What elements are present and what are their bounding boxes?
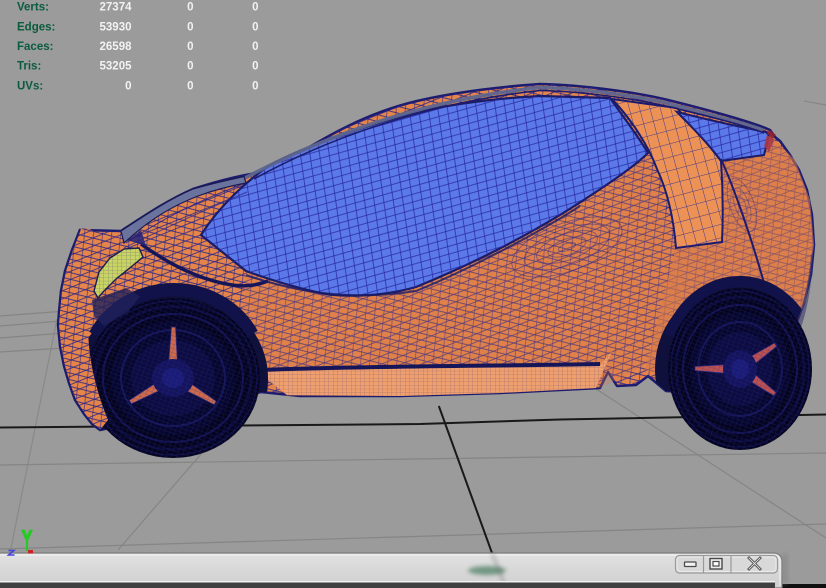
svg-text:0: 0 bbox=[125, 81, 131, 93]
svg-text:Verts:: Verts: bbox=[17, 2, 49, 14]
svg-text:27374: 27374 bbox=[100, 2, 133, 14]
svg-text:26598: 26598 bbox=[100, 41, 133, 53]
svg-text:Tris:: Tris: bbox=[17, 61, 41, 73]
svg-text:Faces:: Faces: bbox=[17, 41, 53, 53]
svg-text:53205: 53205 bbox=[100, 61, 133, 73]
svg-text:UVs:: UVs: bbox=[17, 81, 43, 93]
svg-text:0: 0 bbox=[252, 2, 258, 14]
svg-text:0: 0 bbox=[187, 81, 193, 93]
svg-text:0: 0 bbox=[187, 22, 193, 34]
svg-text:0: 0 bbox=[187, 2, 193, 14]
svg-text:Edges:: Edges: bbox=[17, 22, 55, 34]
svg-text:0: 0 bbox=[252, 61, 258, 73]
svg-text:0: 0 bbox=[187, 41, 193, 53]
svg-text:0: 0 bbox=[187, 61, 193, 73]
svg-text:53930: 53930 bbox=[100, 22, 132, 34]
svg-text:0: 0 bbox=[252, 81, 258, 93]
svg-text:0: 0 bbox=[252, 41, 258, 53]
svg-text:0: 0 bbox=[252, 22, 258, 34]
